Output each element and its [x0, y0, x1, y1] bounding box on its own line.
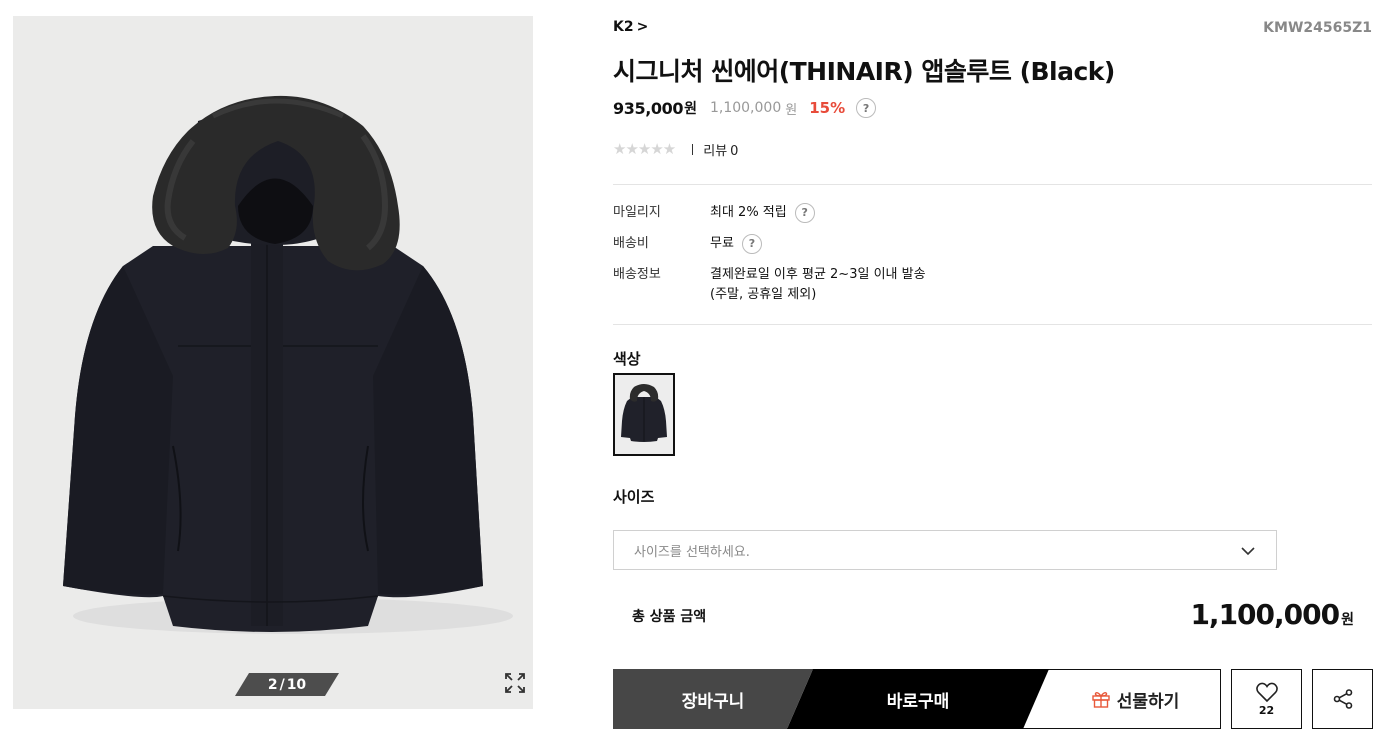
- chevron-right-icon: >: [636, 19, 649, 35]
- action-button-bar: 장바구니 바로구매 선물하기: [613, 669, 1221, 729]
- mileage-text: 최대 2% 적립: [710, 205, 787, 220]
- mileage-row: 마일리지 최대 2% 적립 ?: [613, 203, 815, 223]
- total-price-unit: 원: [1341, 612, 1354, 628]
- divider: [692, 143, 694, 155]
- chevron-down-icon: [1240, 543, 1256, 563]
- mileage-help-icon[interactable]: ?: [794, 203, 815, 223]
- price-help-icon[interactable]: ?: [856, 98, 877, 118]
- shipping-info-value: 결제완료일 이후 평균 2~3일 이내 발송 (주말, 공휴일 제외): [710, 265, 926, 305]
- shipping-fee-value: 무료 ?: [710, 234, 762, 254]
- gift-label-wrap[interactable]: 선물하기: [1049, 669, 1221, 729]
- divider: [613, 324, 1372, 325]
- image-counter-current: 2: [267, 676, 278, 693]
- gift-label: 선물하기: [1116, 691, 1180, 712]
- image-counter: 2 / 10: [235, 673, 339, 696]
- brand-link[interactable]: K2 >: [613, 19, 648, 35]
- product-sku: KMW24565Z1: [1263, 20, 1372, 36]
- share-button[interactable]: [1312, 669, 1373, 729]
- image-counter-total: 10: [286, 676, 307, 693]
- buy-now-label[interactable]: 바로구매: [813, 669, 1023, 729]
- total-price-amount: 1,100,000: [1190, 598, 1340, 631]
- mileage-value: 최대 2% 적립 ?: [710, 203, 815, 223]
- wishlist-count: 22: [1258, 704, 1275, 717]
- heart-icon: [1255, 682, 1278, 703]
- expand-icon[interactable]: [503, 671, 527, 695]
- shipping-help-icon[interactable]: ?: [741, 234, 762, 254]
- shipping-info-line1: 결제완료일 이후 평균 2~3일 이내 발송: [710, 267, 926, 282]
- original-price-unit: 원: [785, 102, 798, 118]
- color-label: 색상: [613, 350, 641, 368]
- original-price: 1,100,000: [709, 100, 782, 116]
- rating-row: ★★★★★ 리뷰 0: [613, 139, 738, 159]
- product-title: 시그니처 씬에어(THINAIR) 앱솔루트 (Black): [613, 57, 1115, 86]
- wishlist-button[interactable]: 22: [1231, 669, 1302, 729]
- review-count: 0: [730, 143, 739, 159]
- share-icon: [1333, 689, 1352, 709]
- size-select[interactable]: 사이즈를 선택하세요.: [613, 530, 1277, 570]
- color-swatch-black[interactable]: [613, 373, 675, 456]
- add-to-cart-label[interactable]: 장바구니: [613, 669, 813, 729]
- product-main-image: [63, 95, 513, 634]
- size-label: 사이즈: [613, 488, 655, 506]
- shipping-info-line2: (주말, 공휴일 제외): [710, 287, 817, 302]
- shipping-info-label: 배송정보: [613, 267, 661, 282]
- shipping-fee-text: 무료: [710, 236, 734, 251]
- total-price-label: 총 상품 금액: [632, 609, 707, 625]
- image-counter-separator: /: [279, 676, 285, 693]
- review-link[interactable]: 리뷰 0: [703, 140, 738, 159]
- divider: [613, 184, 1372, 185]
- mileage-label: 마일리지: [613, 205, 661, 220]
- size-placeholder: 사이즈를 선택하세요.: [634, 544, 750, 560]
- sale-price: 935,000: [613, 98, 684, 118]
- price-row: 935,000 원 1,100,000 원 15% ?: [613, 96, 877, 120]
- sale-price-unit: 원: [684, 101, 697, 117]
- total-price: 1,100,000 원: [1190, 598, 1354, 631]
- review-label: 리뷰: [703, 143, 728, 159]
- color-swatch-image: [621, 384, 667, 442]
- gift-icon: [1092, 691, 1110, 708]
- shipping-info-row: 배송정보 결제완료일 이후 평균 2~3일 이내 발송 (주말, 공휴일 제외): [613, 265, 926, 305]
- product-image-gallery[interactable]: 2 / 10: [13, 16, 533, 709]
- shipping-fee-label: 배송비: [613, 236, 649, 251]
- rating-stars: ★★★★★: [613, 140, 676, 158]
- brand-name: K2: [613, 19, 634, 35]
- discount-rate: 15%: [809, 99, 846, 117]
- shipping-fee-row: 배송비 무료 ?: [613, 234, 762, 254]
